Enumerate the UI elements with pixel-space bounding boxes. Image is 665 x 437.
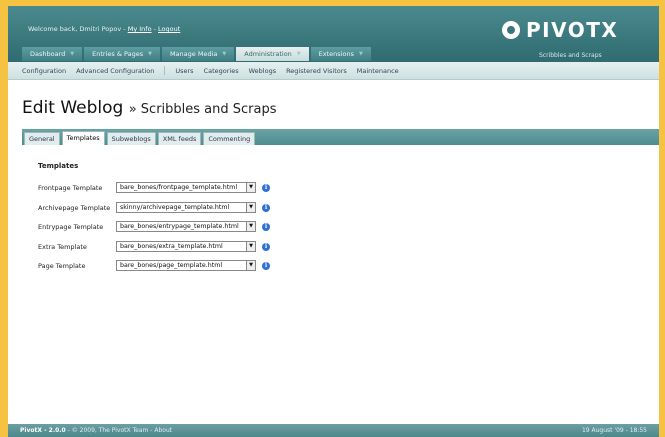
logo-icon bbox=[502, 21, 520, 39]
chevron-down-icon[interactable]: ▼ bbox=[246, 222, 255, 231]
footer-version: PivotX - 2.0.0 bbox=[20, 427, 66, 434]
page-template-select[interactable]: bare_bones/page_template.html ▼ bbox=[116, 260, 256, 271]
extra-template-label: Extra Template bbox=[38, 242, 87, 251]
sub-navigation: Configuration Advanced Configuration Use… bbox=[8, 62, 659, 80]
tab-templates[interactable]: Templates bbox=[61, 131, 105, 145]
page-template-label: Page Template bbox=[38, 261, 86, 270]
footer: PivotX - 2.0.0 - © 2009, The PivotX Team… bbox=[8, 424, 659, 437]
frontpage-template-row: Frontpage Template bare_bones/frontpage_… bbox=[38, 182, 270, 193]
chevron-down-icon: ▼ bbox=[358, 51, 363, 57]
page-title: Edit Weblog » Scribbles and Scraps bbox=[22, 98, 277, 118]
chevron-down-icon[interactable]: ▼ bbox=[246, 183, 255, 192]
chevron-down-icon: ▼ bbox=[70, 51, 75, 57]
frontpage-template-label: Frontpage Template bbox=[38, 183, 103, 192]
welcome-text: Welcome back, Dmitri Popov - bbox=[28, 25, 128, 33]
select-value: bare_bones/frontpage_template.html bbox=[120, 184, 238, 191]
chevron-down-icon: ▼ bbox=[148, 51, 152, 57]
my-info-link[interactable]: My Info bbox=[128, 25, 152, 33]
footer-copyright[interactable]: - © 2009, The PivotX Team - About bbox=[66, 427, 172, 434]
frontpage-template-select[interactable]: bare_bones/frontpage_template.html ▼ bbox=[116, 182, 256, 193]
nav-extensions[interactable]: Extensions ▼ bbox=[310, 47, 371, 61]
footer-credits: PivotX - 2.0.0 - © 2009, The PivotX Team… bbox=[20, 427, 172, 434]
archivepage-template-label: Archivepage Template bbox=[38, 203, 111, 212]
section-title: Templates bbox=[38, 162, 79, 170]
subnav-weblogs[interactable]: Weblogs bbox=[249, 67, 276, 75]
info-icon[interactable]: i bbox=[262, 183, 270, 192]
chevron-down-icon[interactable]: ▼ bbox=[246, 203, 255, 212]
entrypage-template-row: Entrypage Template bare_bones/entrypage_… bbox=[38, 221, 270, 232]
info-icon[interactable]: i bbox=[262, 222, 270, 231]
info-icon[interactable]: i bbox=[262, 203, 270, 212]
page-subtitle: » Scribbles and Scraps bbox=[128, 102, 277, 117]
info-icon[interactable]: i bbox=[262, 261, 270, 270]
nav-label: Extensions bbox=[318, 50, 354, 58]
select-value: bare_bones/entrypage_template.html bbox=[120, 223, 239, 230]
nav-dashboard[interactable]: Dashboard ▼ bbox=[22, 47, 83, 61]
tab-xml-feeds[interactable]: XML feeds bbox=[157, 132, 202, 145]
subnav-users[interactable]: Users bbox=[175, 67, 193, 75]
header: Welcome back, Dmitri Popov - My Info - L… bbox=[8, 6, 659, 62]
tab-commenting[interactable]: Commenting bbox=[203, 132, 256, 145]
chevron-down-icon: ▼ bbox=[296, 51, 301, 57]
nav-manage-media[interactable]: Manage Media ▼ bbox=[161, 47, 235, 61]
chevron-down-icon[interactable]: ▼ bbox=[246, 242, 255, 251]
nav-administration[interactable]: Administration ▼ bbox=[236, 47, 309, 61]
chevron-down-icon: ▼ bbox=[222, 51, 227, 57]
site-tagline: Scribbles and Scraps bbox=[539, 52, 602, 59]
subnav-advanced-configuration[interactable]: Advanced Configuration bbox=[76, 67, 154, 75]
entrypage-template-select[interactable]: bare_bones/entrypage_template.html ▼ bbox=[116, 221, 256, 232]
tab-subweblogs[interactable]: Subweblogs bbox=[106, 132, 156, 145]
select-value: bare_bones/page_template.html bbox=[120, 262, 223, 269]
nav-label: Entries & Pages bbox=[92, 50, 144, 58]
page-template-row: Page Template bare_bones/page_template.h… bbox=[38, 260, 270, 271]
extra-template-row: Extra Template bare_bones/extra_template… bbox=[38, 241, 270, 252]
subnav-maintenance[interactable]: Maintenance bbox=[357, 67, 399, 75]
main-navigation: Dashboard ▼ Entries & Pages ▼ Manage Media… bbox=[22, 47, 373, 61]
info-icon[interactable]: i bbox=[262, 242, 270, 251]
archivepage-template-row: Archivepage Template skinny/archivepage_… bbox=[38, 202, 270, 213]
nav-entries-pages[interactable]: Entries & Pages ▼ bbox=[84, 47, 160, 61]
subnav-categories[interactable]: Categories bbox=[204, 67, 239, 75]
logout-link[interactable]: Logout bbox=[158, 25, 180, 33]
nav-label: Administration bbox=[244, 50, 292, 58]
welcome-bar: Welcome back, Dmitri Popov - My Info - L… bbox=[28, 25, 180, 33]
logo[interactable]: PIVOTX bbox=[502, 18, 618, 42]
subnav-configuration[interactable]: Configuration bbox=[22, 67, 66, 75]
page-title-text: Edit Weblog bbox=[22, 98, 124, 118]
app-window: Welcome back, Dmitri Popov - My Info - L… bbox=[8, 6, 659, 437]
nav-label: Dashboard bbox=[30, 50, 66, 58]
select-value: skinny/archivepage_template.html bbox=[120, 204, 230, 211]
select-value: bare_bones/extra_template.html bbox=[120, 243, 223, 250]
chevron-down-icon[interactable]: ▼ bbox=[246, 261, 255, 270]
footer-date: 19 August '09 - 18:55 bbox=[581, 427, 647, 434]
logo-text: PIVOTX bbox=[526, 18, 619, 42]
archivepage-template-select[interactable]: skinny/archivepage_template.html ▼ bbox=[116, 202, 256, 213]
extra-template-select[interactable]: bare_bones/extra_template.html ▼ bbox=[116, 241, 256, 252]
entrypage-template-label: Entrypage Template bbox=[38, 222, 104, 231]
tab-general[interactable]: General bbox=[24, 132, 60, 145]
subnav-divider bbox=[164, 66, 166, 75]
subnav-registered-visitors[interactable]: Registered Visitors bbox=[286, 67, 347, 75]
tab-bar: General Templates Subweblogs XML feeds C… bbox=[22, 129, 659, 145]
nav-label: Manage Media bbox=[169, 50, 218, 58]
